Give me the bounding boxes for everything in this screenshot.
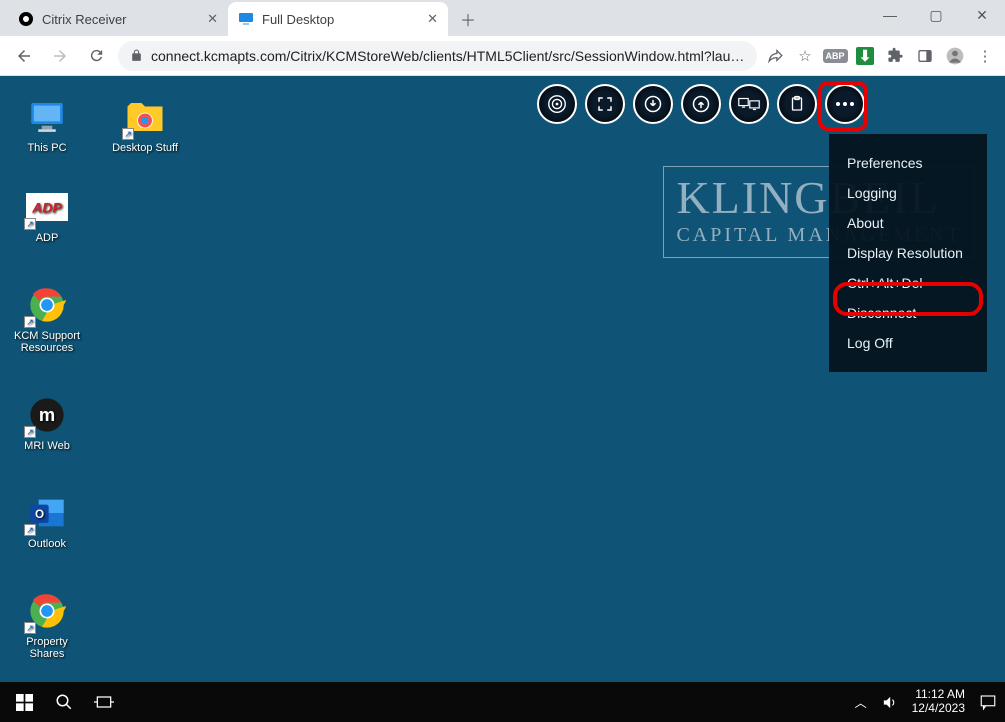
task-view-icon[interactable] xyxy=(94,692,114,712)
desktop-icons-row: This PC ↗ Desktop Stuff xyxy=(12,96,180,154)
adp-icon: ADP ↗ xyxy=(26,186,68,228)
system-clock[interactable]: 11:12 AM 12/4/2023 xyxy=(912,688,965,716)
shortcut-arrow-icon: ↗ xyxy=(122,128,134,140)
close-icon[interactable]: ✕ xyxy=(427,11,438,27)
desktop-icon-adp[interactable]: ADP ↗ ADP xyxy=(12,186,82,244)
chrome-icon: ↗ xyxy=(26,590,68,632)
icon-label: Property Shares xyxy=(12,636,82,660)
monitor-favicon-icon xyxy=(238,11,254,27)
icon-label: MRI Web xyxy=(24,440,70,452)
abp-extension-icon[interactable]: ABP xyxy=(825,46,845,66)
fullscreen-icon[interactable] xyxy=(585,84,625,124)
download-icon[interactable] xyxy=(633,84,673,124)
icon-label: KCM Support Resources xyxy=(12,330,82,354)
multi-monitor-icon[interactable] xyxy=(729,84,769,124)
shortcut-arrow-icon: ↗ xyxy=(24,622,36,634)
this-pc-icon xyxy=(26,96,68,138)
icon-label: This PC xyxy=(27,142,66,154)
remote-desktop-viewport: This PC ↗ Desktop Stuff ADP ↗ ADP ↗ KCM … xyxy=(0,76,1005,722)
maximize-button[interactable]: ▢ xyxy=(913,0,959,30)
window-controls: — ▢ ✕ xyxy=(867,0,1005,30)
desktop-icon-this-pc[interactable]: This PC xyxy=(12,96,82,154)
desktop-icon-desktop-stuff[interactable]: ↗ Desktop Stuff xyxy=(110,96,180,154)
search-icon[interactable] xyxy=(54,692,74,712)
icon-label: Desktop Stuff xyxy=(112,142,178,154)
forward-button[interactable] xyxy=(46,42,74,70)
new-tab-button[interactable]: ＋ xyxy=(454,5,482,33)
minimize-button[interactable]: — xyxy=(867,0,913,30)
svg-text:O: O xyxy=(35,508,44,521)
download-extension-icon[interactable]: ⬇ xyxy=(855,46,875,66)
upload-icon[interactable] xyxy=(681,84,721,124)
tab-label: Citrix Receiver xyxy=(42,12,127,27)
desktop-icon-mri-web[interactable]: m ↗ MRI Web xyxy=(12,394,82,452)
tab-strip: Citrix Receiver ✕ Full Desktop ✕ ＋ xyxy=(8,0,482,36)
share-icon[interactable] xyxy=(765,46,785,66)
shortcut-arrow-icon: ↗ xyxy=(24,218,36,230)
citrix-more-menu: Preferences Logging About Display Resolu… xyxy=(829,134,987,372)
tray-chevron-icon[interactable]: ︿ xyxy=(855,694,867,711)
reload-button[interactable] xyxy=(82,42,110,70)
svg-text:ADP: ADP xyxy=(31,200,62,216)
clock-time: 11:12 AM xyxy=(912,688,965,702)
address-bar-row: connect.kcmapts.com/Citrix/KCMStoreWeb/c… xyxy=(0,36,1005,76)
desktop-icon-outlook[interactable]: O ↗ Outlook xyxy=(12,492,82,550)
star-icon[interactable]: ☆ xyxy=(795,46,815,66)
start-button[interactable] xyxy=(14,692,34,712)
shortcut-arrow-icon: ↗ xyxy=(24,316,36,328)
side-panel-icon[interactable] xyxy=(915,46,935,66)
menu-logoff[interactable]: Log Off xyxy=(829,328,987,358)
toolbar-extensions: ☆ ABP ⬇ ⋮ xyxy=(765,46,995,66)
desktop-icon-property-shares[interactable]: ↗ Property Shares xyxy=(12,590,82,660)
browser-titlebar: Citrix Receiver ✕ Full Desktop ✕ ＋ — ▢ ✕ xyxy=(0,0,1005,36)
chrome-icon: ↗ xyxy=(26,284,68,326)
citrix-favicon-icon xyxy=(18,11,34,27)
url-text: connect.kcmapts.com/Citrix/KCMStoreWeb/c… xyxy=(151,48,744,64)
chrome-menu-icon[interactable]: ⋮ xyxy=(975,46,995,66)
profile-avatar-icon[interactable] xyxy=(945,46,965,66)
shortcut-arrow-icon: ↗ xyxy=(24,426,36,438)
close-icon[interactable]: ✕ xyxy=(207,11,218,27)
tab-citrix-receiver[interactable]: Citrix Receiver ✕ xyxy=(8,2,228,36)
annotation-disconnect-highlight xyxy=(833,282,983,316)
menu-about[interactable]: About xyxy=(829,208,987,238)
lock-icon xyxy=(130,49,143,62)
extensions-puzzle-icon[interactable] xyxy=(885,46,905,66)
citrix-home-icon[interactable] xyxy=(537,84,577,124)
tab-label: Full Desktop xyxy=(262,12,334,27)
shortcut-arrow-icon: ↗ xyxy=(24,524,36,536)
back-button[interactable] xyxy=(10,42,38,70)
action-center-icon[interactable] xyxy=(979,693,997,711)
close-window-button[interactable]: ✕ xyxy=(959,0,1005,30)
mri-icon: m ↗ xyxy=(26,394,68,436)
outlook-icon: O ↗ xyxy=(26,492,68,534)
speaker-icon[interactable] xyxy=(881,694,898,711)
desktop-icons-column: ADP ↗ ADP ↗ KCM Support Resources m ↗ MR… xyxy=(12,186,82,660)
icon-label: ADP xyxy=(36,232,59,244)
annotation-more-highlight xyxy=(818,81,868,131)
menu-logging[interactable]: Logging xyxy=(829,178,987,208)
omnibox[interactable]: connect.kcmapts.com/Citrix/KCMStoreWeb/c… xyxy=(118,41,757,71)
tab-full-desktop[interactable]: Full Desktop ✕ xyxy=(228,2,448,36)
svg-text:m: m xyxy=(39,404,55,425)
desktop-icon-kcm-support[interactable]: ↗ KCM Support Resources xyxy=(12,284,82,354)
clock-date: 12/4/2023 xyxy=(912,702,965,716)
clipboard-icon[interactable] xyxy=(777,84,817,124)
icon-label: Outlook xyxy=(28,538,66,550)
citrix-toolbar xyxy=(537,84,865,124)
menu-preferences[interactable]: Preferences xyxy=(829,148,987,178)
windows-taskbar: ︿ 11:12 AM 12/4/2023 xyxy=(0,682,1005,722)
menu-display-resolution[interactable]: Display Resolution xyxy=(829,238,987,268)
folder-chrome-icon: ↗ xyxy=(124,96,166,138)
